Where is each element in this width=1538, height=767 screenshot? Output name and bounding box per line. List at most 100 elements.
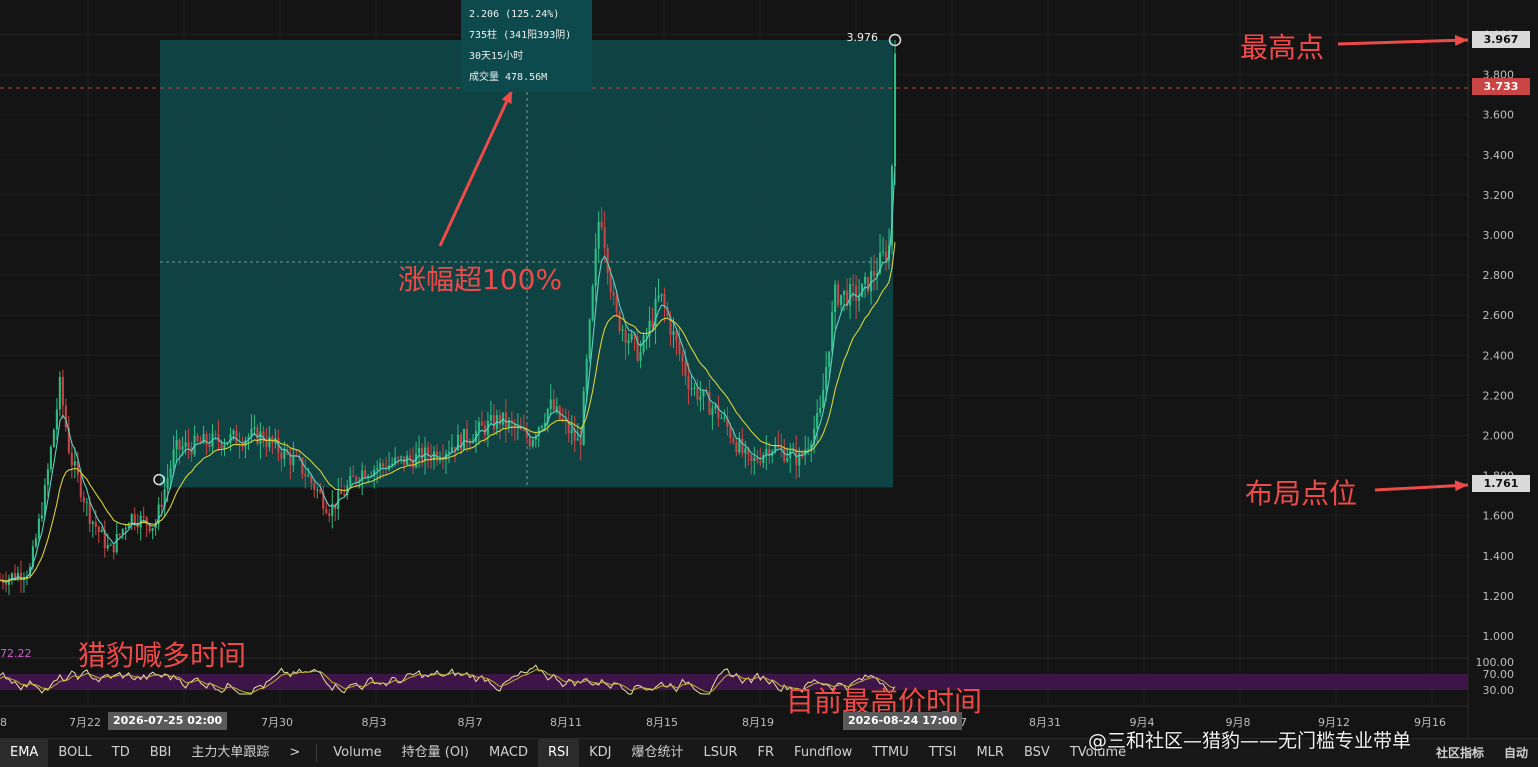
x-tick-label: 8 <box>0 716 7 729</box>
candle-body <box>816 412 819 429</box>
candle-body <box>540 425 543 428</box>
candle-body <box>720 418 723 420</box>
toolbar-fr[interactable]: FR <box>748 739 785 767</box>
measure-duration: 30天15小时 <box>469 51 524 62</box>
candle-body <box>468 442 471 444</box>
candle-body <box>729 426 732 439</box>
toolbar-mlr[interactable]: MLR <box>966 739 1014 767</box>
toolbar-ttsi[interactable]: TTSI <box>919 739 967 767</box>
candle-body <box>819 407 822 413</box>
rsi-tick-label: 30.00 <box>1483 684 1515 697</box>
candle-body <box>825 366 828 390</box>
candle-body <box>867 276 870 292</box>
measure-tooltip: 2.206 (125.24%) 735柱 (341阳393阴) 30天15小时 … <box>461 0 592 92</box>
toolbar-oi[interactable]: 持仓量 (OI) <box>392 739 479 767</box>
candle-body <box>118 533 121 535</box>
candle-body <box>37 518 40 539</box>
candle-body <box>316 489 319 491</box>
candle-body <box>687 376 690 390</box>
toolbar-td[interactable]: TD <box>102 739 140 767</box>
candle-body <box>528 437 531 447</box>
candle-body <box>4 583 8 585</box>
candle-body <box>364 470 367 479</box>
candle-body <box>591 286 594 320</box>
candle-body <box>600 221 603 228</box>
price-label-high: 3.967 <box>1472 31 1530 48</box>
candle-body <box>627 340 630 344</box>
candle-body <box>121 529 124 535</box>
toolbar-rsi[interactable]: RSI <box>537 739 580 767</box>
toolbar-kdj[interactable]: KDJ <box>579 739 621 767</box>
toolbar-ema[interactable]: EMA <box>0 739 49 767</box>
toolbar-boll[interactable]: BOLL <box>48 739 101 767</box>
toolbar-lsur[interactable]: LSUR <box>693 739 747 767</box>
toolbar-more-chevron-icon[interactable]: > <box>279 739 310 767</box>
candle-body <box>504 412 507 428</box>
price-tick-label: 2.000 <box>1483 430 1515 443</box>
candle-body <box>723 417 726 419</box>
candle-body <box>438 459 442 461</box>
price-tick-label: 2.400 <box>1483 349 1515 362</box>
toolbar-macd[interactable]: MACD <box>479 739 538 767</box>
candle-body <box>711 408 714 415</box>
candle-body <box>837 284 840 306</box>
candle-body <box>447 451 451 454</box>
toolbar-community[interactable]: 社区指标 <box>1426 739 1494 767</box>
candle-body <box>268 436 271 447</box>
candle-body <box>873 271 876 277</box>
candle-body <box>462 428 466 450</box>
candle-body <box>61 376 64 406</box>
toolbar-volume[interactable]: Volume <box>323 739 391 767</box>
toolbar-bsv[interactable]: BSV <box>1014 739 1060 767</box>
candle-body <box>241 445 244 447</box>
annotation-high-point: 最高点 <box>1240 31 1325 64</box>
candle-body <box>208 444 211 447</box>
candle-body <box>690 388 693 390</box>
date-label-start: 2026-07-25 02:00 <box>108 712 228 730</box>
candle-body <box>858 296 861 301</box>
candle-body <box>884 251 888 261</box>
candle-body <box>741 438 744 454</box>
candle-body <box>621 329 624 332</box>
candle-body <box>205 434 208 445</box>
candle-body <box>223 444 226 449</box>
candle-body <box>376 468 379 470</box>
candle-body <box>489 414 492 421</box>
measure-change: 2.206 (125.24%) <box>469 9 560 20</box>
date-label-end: 2026-08-24 17:00 <box>843 712 963 730</box>
candle-body <box>552 399 555 411</box>
candle-body <box>409 455 412 460</box>
candle-body <box>624 329 627 344</box>
candle-body <box>735 442 738 452</box>
candle-body <box>172 449 175 468</box>
toolbar-auto[interactable]: 自动 <box>1494 739 1538 767</box>
candle-body <box>46 469 49 486</box>
candle-body <box>397 457 400 459</box>
candle-body <box>522 429 525 431</box>
candle-body <box>630 333 633 341</box>
high-marker-label: 3.976 <box>847 31 879 44</box>
candle-body <box>477 421 480 432</box>
price-tick-label: 3.000 <box>1483 229 1515 242</box>
toolbar-ttmu[interactable]: TTMU <box>862 739 918 767</box>
price-tick-label: 1.600 <box>1483 510 1515 523</box>
candle-body <box>160 504 163 508</box>
toolbar-fundflow[interactable]: Fundflow <box>784 739 862 767</box>
candle-body <box>106 545 109 549</box>
candle-body <box>576 438 579 441</box>
candle-body <box>588 319 591 359</box>
candle-body <box>852 284 855 286</box>
candle-body <box>696 387 699 400</box>
candle-body <box>657 295 660 299</box>
toolbar-main-order[interactable]: 主力大单跟踪 <box>181 739 279 767</box>
candle-body <box>307 475 310 477</box>
candle-body <box>645 335 648 337</box>
candle-body <box>100 530 103 533</box>
toolbar-liquidation[interactable]: 爆仓统计 <box>621 739 693 767</box>
candle-body <box>313 482 316 491</box>
candle-body <box>612 291 615 296</box>
candle-body <box>280 452 283 459</box>
price-label-current: 3.733 <box>1472 78 1530 95</box>
toolbar-bbi[interactable]: BBI <box>140 739 182 767</box>
candle-body <box>849 284 852 306</box>
